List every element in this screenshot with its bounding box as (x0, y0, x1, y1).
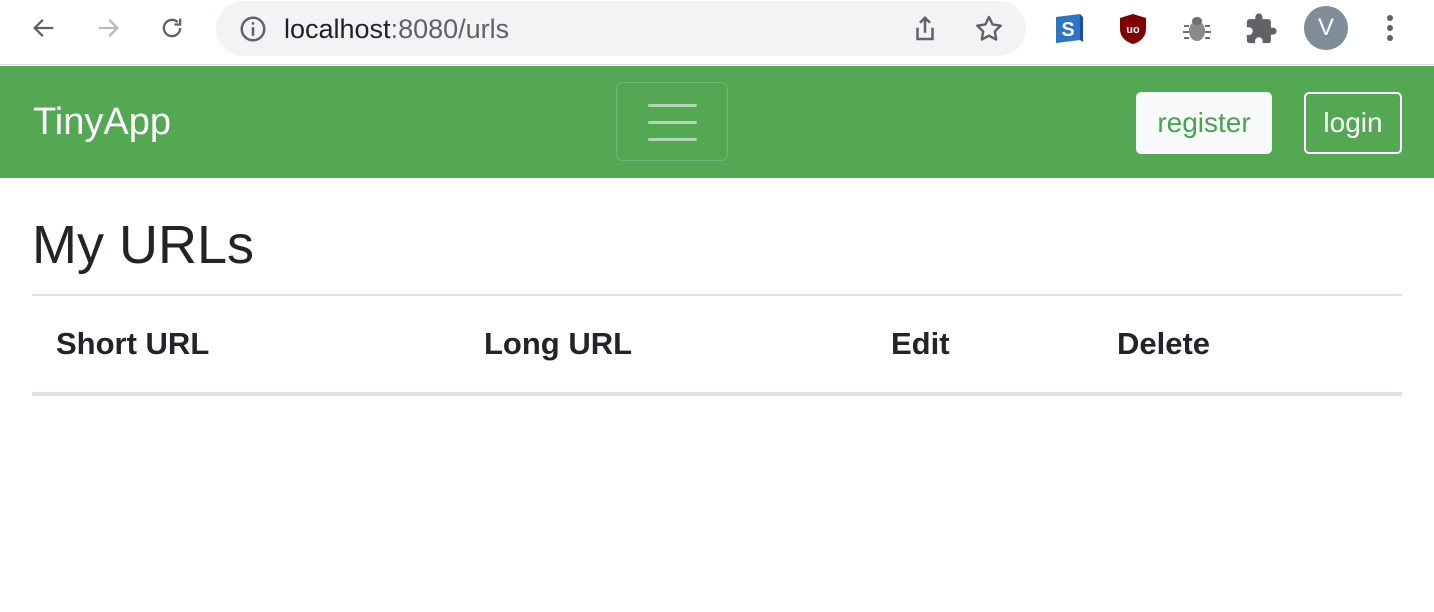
more-options-icon[interactable] (1376, 10, 1404, 46)
navbar-toggler-button[interactable] (616, 82, 728, 161)
url-host: localhost (284, 14, 391, 44)
svg-text:S: S (1061, 19, 1074, 41)
bookmark-star-icon[interactable] (973, 13, 1005, 45)
urls-table: Short URL Long URL Edit Delete (32, 294, 1402, 396)
address-bar[interactable]: localhost:8080/urls (216, 1, 1026, 56)
info-icon[interactable] (238, 14, 268, 44)
column-header-long-url: Long URL (460, 294, 867, 396)
profile-avatar[interactable]: V (1304, 6, 1348, 50)
column-header-delete: Delete (1093, 294, 1402, 396)
url-text[interactable]: localhost:8080/urls (284, 13, 509, 45)
browser-toolbar: localhost:8080/urls S uo V (0, 0, 1434, 65)
reload-button[interactable] (152, 8, 192, 48)
forward-button[interactable] (88, 8, 128, 48)
column-header-short-url: Short URL (32, 294, 460, 396)
bug-icon[interactable] (1180, 12, 1214, 46)
table-header-row: Short URL Long URL Edit Delete (32, 294, 1402, 396)
url-path: :8080/urls (390, 14, 510, 44)
hamburger-line (648, 104, 697, 107)
svg-text:uo: uo (1126, 24, 1140, 36)
share-icon[interactable] (910, 14, 940, 44)
hamburger-line (648, 138, 697, 141)
reload-icon (162, 18, 182, 38)
ublock-icon[interactable]: uo (1116, 12, 1150, 46)
app-navbar: TinyApp register login (0, 66, 1434, 178)
register-button[interactable]: register (1136, 92, 1272, 154)
hamburger-line (648, 121, 697, 124)
brand-link[interactable]: TinyApp (33, 100, 171, 144)
column-header-edit: Edit (867, 294, 1093, 396)
login-button[interactable]: login (1304, 92, 1402, 154)
s-extension-icon[interactable]: S (1052, 12, 1086, 46)
page-title: My URLs (32, 215, 255, 275)
puzzle-icon[interactable] (1244, 12, 1278, 46)
back-button[interactable] (24, 8, 64, 48)
forward-arrow-icon (98, 19, 119, 37)
back-arrow-icon (33, 19, 54, 37)
